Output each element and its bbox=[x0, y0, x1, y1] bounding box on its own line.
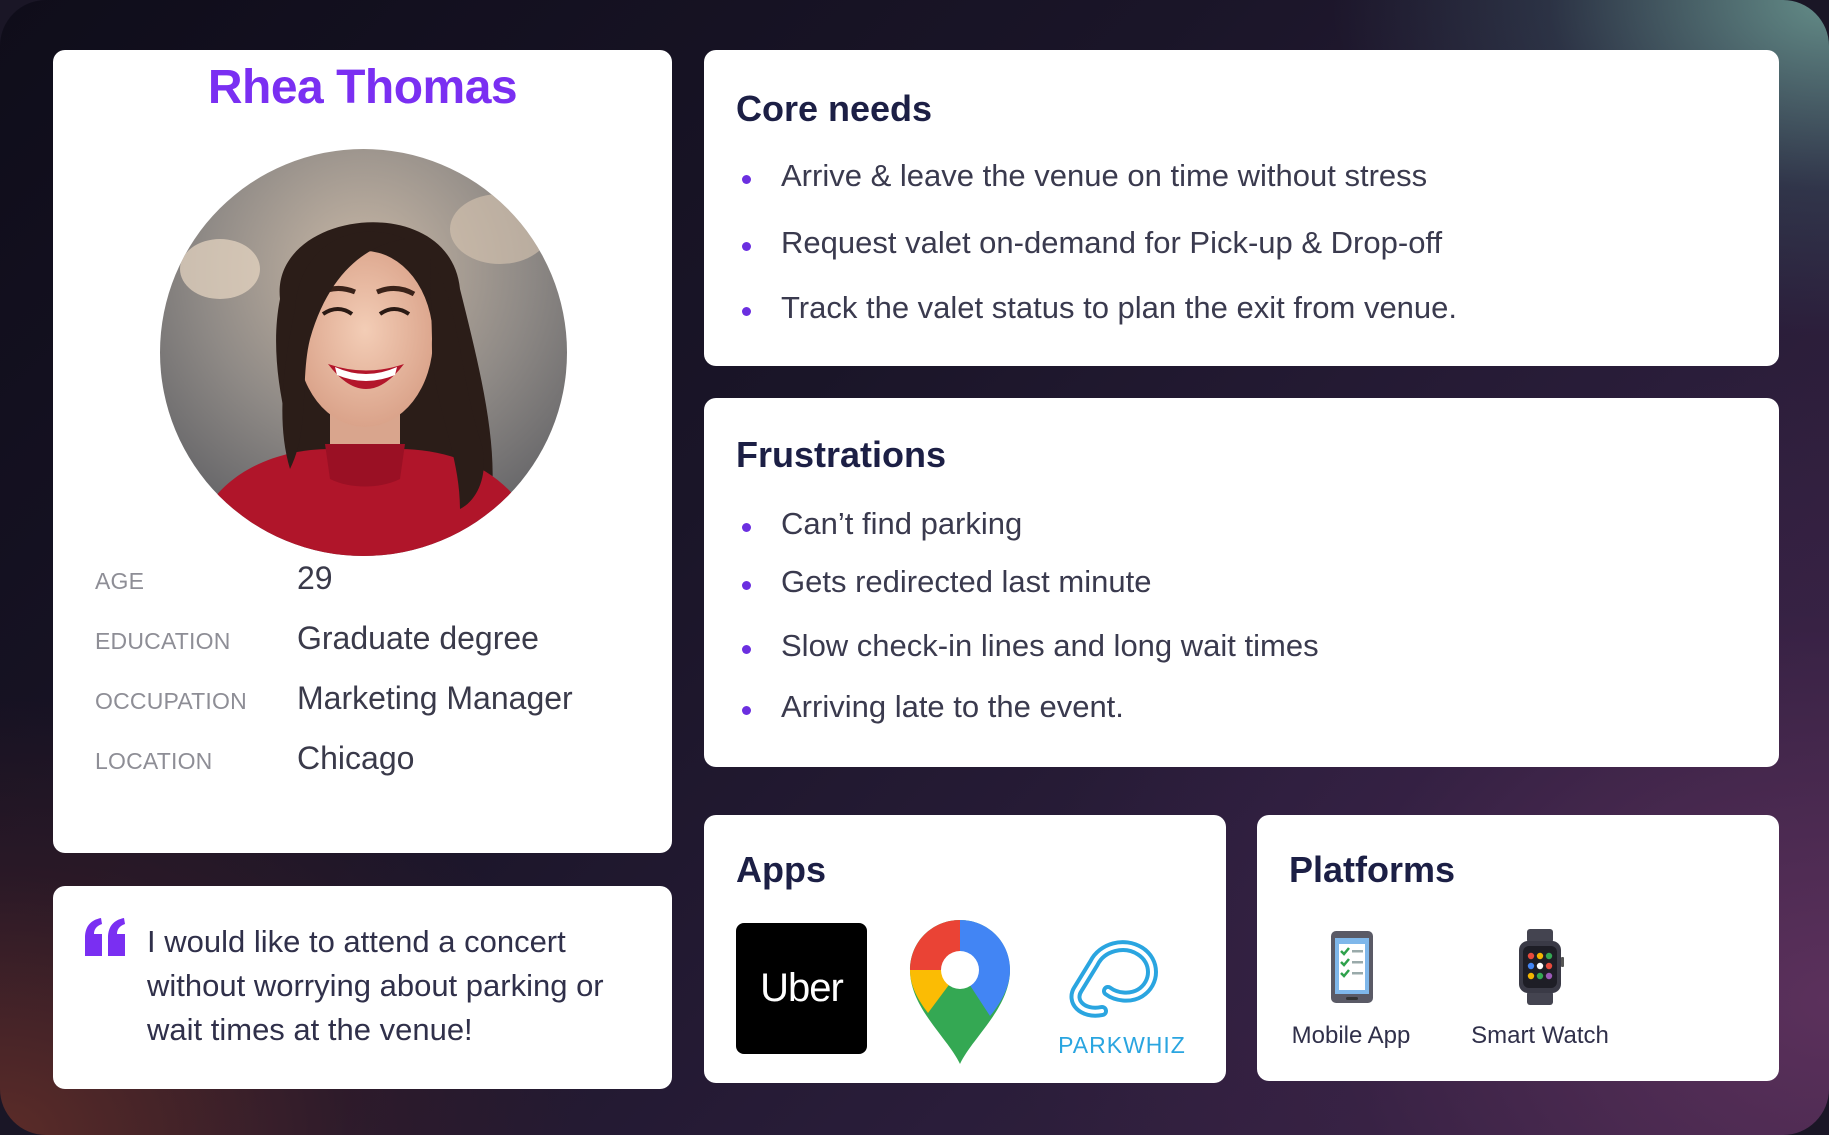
list-item-text: Gets redirected last minute bbox=[781, 564, 1152, 599]
bullet-dot-icon bbox=[742, 175, 751, 184]
list-item-text: Slow check-in lines and long wait times bbox=[781, 628, 1319, 663]
smart-watch-icon bbox=[1519, 929, 1564, 1005]
avatar-photo bbox=[160, 149, 567, 556]
parkwhiz-logo-text: PARKWHIZ bbox=[1058, 1032, 1186, 1058]
platform-label: Smart Watch bbox=[1471, 1022, 1609, 1049]
apps-card: Apps Uber PARKWHIZ bbox=[704, 815, 1226, 1083]
platform-smart-watch: Smart Watch bbox=[1465, 929, 1615, 1050]
uber-logo: Uber bbox=[736, 923, 867, 1054]
quote-mark-icon bbox=[85, 918, 125, 956]
core-needs-title: Core needs bbox=[736, 88, 933, 129]
platform-label: Mobile App bbox=[1291, 1022, 1411, 1049]
attribute-label: EDUCATION bbox=[95, 628, 231, 654]
attribute-row-location: LOCATION Chicago bbox=[95, 740, 655, 780]
bullet-dot-icon bbox=[742, 307, 751, 316]
attribute-label: OCCUPATION bbox=[95, 688, 247, 714]
apps-title: Apps bbox=[736, 849, 826, 890]
list-item-text: Arrive & leave the venue on time without… bbox=[781, 158, 1428, 193]
platforms-title: Platforms bbox=[1289, 849, 1456, 890]
mobile-app-icon bbox=[1331, 931, 1373, 1003]
attribute-value: Marketing Manager bbox=[297, 680, 573, 716]
list-item-text: Arriving late to the event. bbox=[781, 689, 1124, 724]
platform-mobile-app: Mobile App bbox=[1289, 929, 1413, 1050]
core-needs-card: Core needs Arrive & leave the venue on t… bbox=[704, 50, 1779, 366]
google-maps-icon bbox=[910, 920, 1010, 1064]
avatar bbox=[160, 149, 567, 556]
persona-board: Rhea Thomas AGE 29 EDUCATION Graduate de… bbox=[0, 0, 1829, 1135]
quote-card: I would like to attend a concert without… bbox=[53, 886, 672, 1089]
parkwhiz-p-icon bbox=[1069, 940, 1158, 1018]
profile-card: Rhea Thomas AGE 29 EDUCATION Graduate de… bbox=[53, 50, 672, 853]
frustrations-card: Frustrations Can’t find parking Gets red… bbox=[704, 398, 1779, 767]
bullet-dot-icon bbox=[742, 645, 751, 654]
bullet-dot-icon bbox=[742, 523, 751, 532]
list-item-text: Track the valet status to plan the exit … bbox=[781, 290, 1458, 325]
attribute-value: Graduate degree bbox=[297, 620, 539, 656]
bullet-dot-icon bbox=[742, 242, 751, 251]
bullet-dot-icon bbox=[742, 706, 751, 715]
list-item-text: Can’t find parking bbox=[781, 506, 1023, 541]
attribute-row-education: EDUCATION Graduate degree bbox=[95, 620, 655, 660]
persona-quote: I would like to attend a concert without… bbox=[147, 924, 604, 1047]
attribute-label: LOCATION bbox=[95, 748, 213, 774]
persona-name: Rhea Thomas bbox=[207, 61, 518, 114]
attribute-label: AGE bbox=[95, 568, 145, 594]
attribute-value: Chicago bbox=[297, 740, 415, 776]
attribute-row-age: AGE 29 bbox=[95, 560, 655, 600]
uber-logo-text: Uber bbox=[760, 966, 844, 1010]
attribute-value: 29 bbox=[297, 560, 333, 596]
parkwhiz-logo: PARKWHIZ bbox=[1042, 933, 1202, 1059]
platforms-card: Platforms Mobile App Smart Watch bbox=[1257, 815, 1779, 1081]
attribute-row-occupation: OCCUPATION Marketing Manager bbox=[95, 680, 655, 720]
bullet-dot-icon bbox=[742, 581, 751, 590]
list-item-text: Request valet on-demand for Pick-up & Dr… bbox=[781, 225, 1443, 260]
frustrations-title: Frustrations bbox=[736, 434, 947, 475]
